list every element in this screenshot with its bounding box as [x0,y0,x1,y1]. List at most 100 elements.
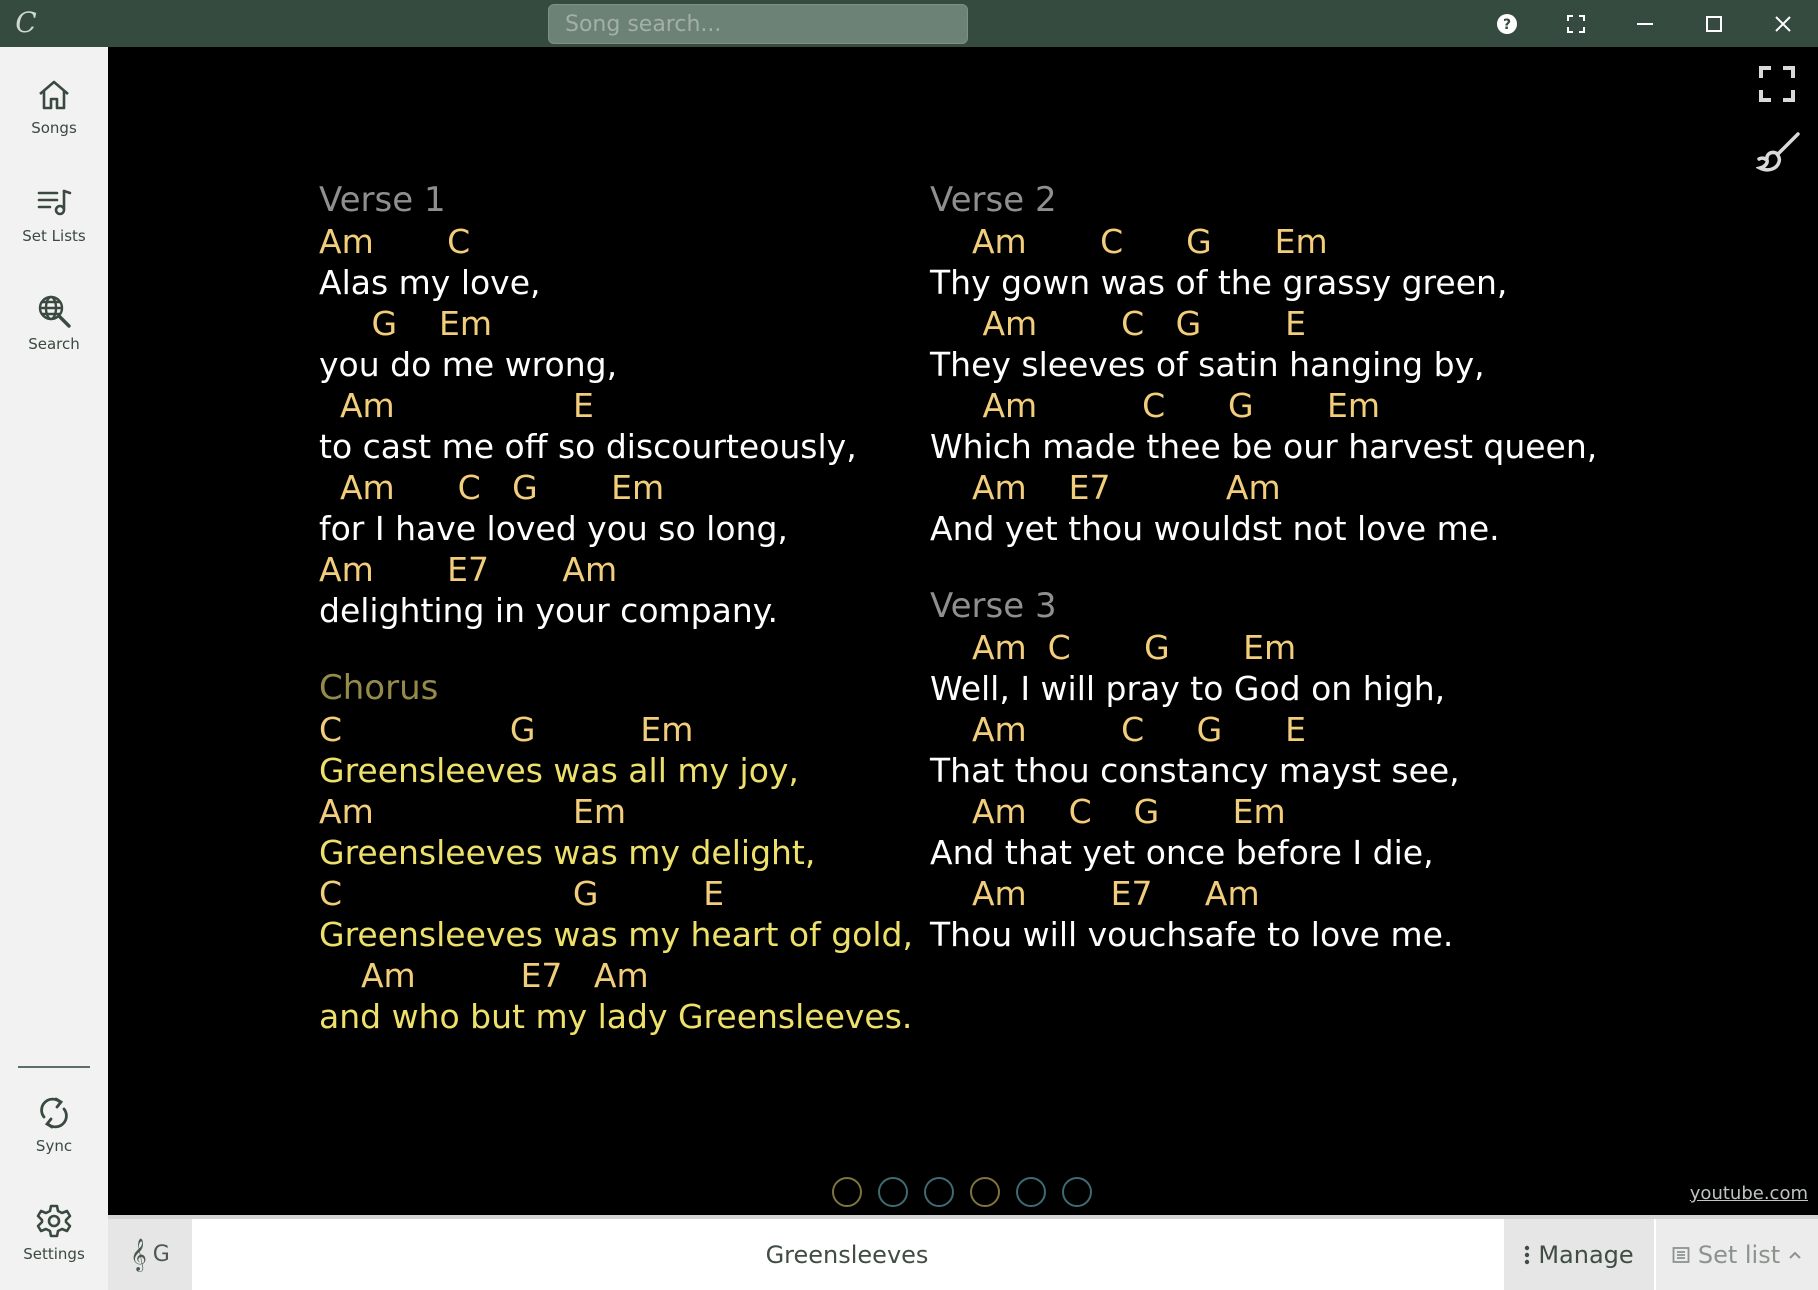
lyric-line: Greensleeves was my delight, [319,833,816,872]
sidebar-item-label: Songs [31,119,77,137]
help-icon: ? [1497,14,1517,34]
annotate-button[interactable] [1754,131,1802,177]
chord-line: C G E [319,874,725,913]
page-dot[interactable] [1016,1177,1046,1207]
page-dot[interactable] [970,1177,1000,1207]
section-title: Verse 3 [930,586,1057,626]
bottom-bar: 𝄞 G Greensleeves Manage Set list [108,1215,1818,1290]
gear-icon [36,1204,72,1238]
web-search-icon [38,295,71,328]
fullscreen-button[interactable] [1758,65,1796,103]
manage-label: Manage [1538,1240,1634,1269]
more-vertical-icon [1525,1245,1530,1264]
chord-line: G Em [319,304,492,343]
lyric-line: And yet thou wouldst not love me. [930,509,1500,548]
section-title: Verse 1 [319,180,446,220]
section-title: Chorus [319,668,439,708]
lyric-line: Greensleeves was all my joy, [319,751,799,790]
treble-clef-icon: 𝄞 [130,1237,147,1271]
chord-line: Am C G Em [930,222,1328,261]
setlist-label: Set list [1697,1240,1781,1269]
chord-line: Am C G E [930,304,1306,343]
chord-line: Am E7 Am [930,468,1281,507]
svg-text:?: ? [1503,17,1511,33]
lyric-line: to cast me off so discourteously, [319,427,857,466]
sidebar-item-label: Settings [23,1245,85,1263]
chord-line: Am C G Em [930,386,1381,425]
lyric-line: And that yet once before I die, [930,833,1434,872]
song-key: G [152,1242,170,1267]
chevron-up-icon [1789,1251,1801,1259]
maximize-button[interactable] [1691,6,1737,42]
maximize-icon [1706,16,1722,32]
page-dot[interactable] [832,1177,862,1207]
chord-line: C G Em [319,710,694,749]
lyric-line: Which made thee be our harvest queen, [930,427,1598,466]
chord-line: Am E [319,386,594,425]
song-section-chorus: Chorus C G Em Greensleeves was all my joy,… [319,669,913,1037]
chord-line: Am C G Em [930,792,1286,831]
section-title: Verse 2 [930,180,1057,220]
lyric-line: for I have loved you so long, [319,509,788,548]
brush-icon [1754,132,1800,172]
page-dot[interactable] [1062,1177,1092,1207]
expand-icon [1567,15,1585,33]
home-icon [39,80,69,110]
minimize-icon [1637,23,1653,25]
song-section-verse: Verse 3 Am C G Em Well, I will pray to Go… [930,587,1597,955]
sidebar-item-songs[interactable]: Songs [0,69,108,159]
lyric-line: Thou will vouchsafe to love me. [930,915,1454,954]
title-bar: C ? [0,0,1818,47]
chord-line: Am C G Em [319,468,665,507]
manage-button[interactable]: Manage [1504,1219,1654,1290]
song-search-input[interactable] [548,4,968,44]
lyric-line: Thy gown was of the grassy green, [930,263,1508,302]
sidebar-item-label: Set Lists [22,227,86,245]
sync-icon [40,1097,68,1129]
song-section-verse: Verse 2 Am C G Em Thy gown was of the gra… [930,181,1597,549]
fullscreen-icon [1759,66,1795,102]
source-link[interactable]: youtube.com [1690,1183,1808,1204]
lyric-line: That thou constancy mayst see, [930,751,1460,790]
page-dot[interactable] [878,1177,908,1207]
sidebar-item-search[interactable]: Search [0,285,108,375]
sidebar-item-settings[interactable]: Settings [0,1195,108,1285]
page-dot[interactable] [924,1177,954,1207]
lyric-line: Well, I will pray to God on high, [930,669,1446,708]
lyric-line: They sleeves of satin hanging by, [930,345,1485,384]
sidebar-item-label: Search [28,335,80,353]
lyric-line: and who but my lady Greensleeves. [319,997,913,1036]
song-view: Verse 1 Am C Alas my love, G Em you do me w… [108,47,1818,1215]
sidebar-item-sync[interactable]: Sync [0,1087,108,1177]
presentation-button[interactable] [1553,6,1599,42]
sidebar-item-label: Sync [35,1137,73,1155]
setlist-button[interactable]: Set list [1656,1219,1818,1290]
setlist-icon [37,189,72,216]
lyric-line: Alas my love, [319,263,541,302]
sidebar-item-set-lists[interactable]: Set Lists [0,177,108,267]
app-logo: C [15,6,37,39]
sidebar-divider [18,1066,90,1068]
chord-line: Am Em [319,792,627,831]
list-icon [1672,1246,1690,1263]
chord-line: Am C G E [930,710,1306,749]
song-column-left: Verse 1 Am C Alas my love, G Em you do me w… [319,181,913,1075]
sidebar: Songs Set Lists Search Sync Settings [0,47,108,1290]
help-button[interactable]: ? [1484,6,1530,42]
song-section-verse: Verse 1 Am C Alas my love, G Em you do me w… [319,181,913,631]
close-button[interactable] [1760,6,1806,42]
page-indicator [832,1177,1092,1209]
lyric-line: you do me wrong, [319,345,618,384]
close-icon [1775,16,1791,32]
chord-line: Am C [319,222,471,261]
chord-line: Am E7 Am [319,956,649,995]
minimize-button[interactable] [1622,6,1668,42]
key-button[interactable]: 𝄞 G [108,1219,192,1290]
lyric-line: delighting in your company. [319,591,779,630]
song-column-right: Verse 2 Am C G Em Thy gown was of the gra… [930,181,1597,993]
chord-line: Am E7 Am [319,550,618,589]
chord-line: Am E7 Am [930,874,1260,913]
chord-line: Am C G Em [930,628,1297,667]
song-title: Greensleeves [765,1240,929,1269]
lyric-line: Greensleeves was my heart of gold, [319,915,913,954]
